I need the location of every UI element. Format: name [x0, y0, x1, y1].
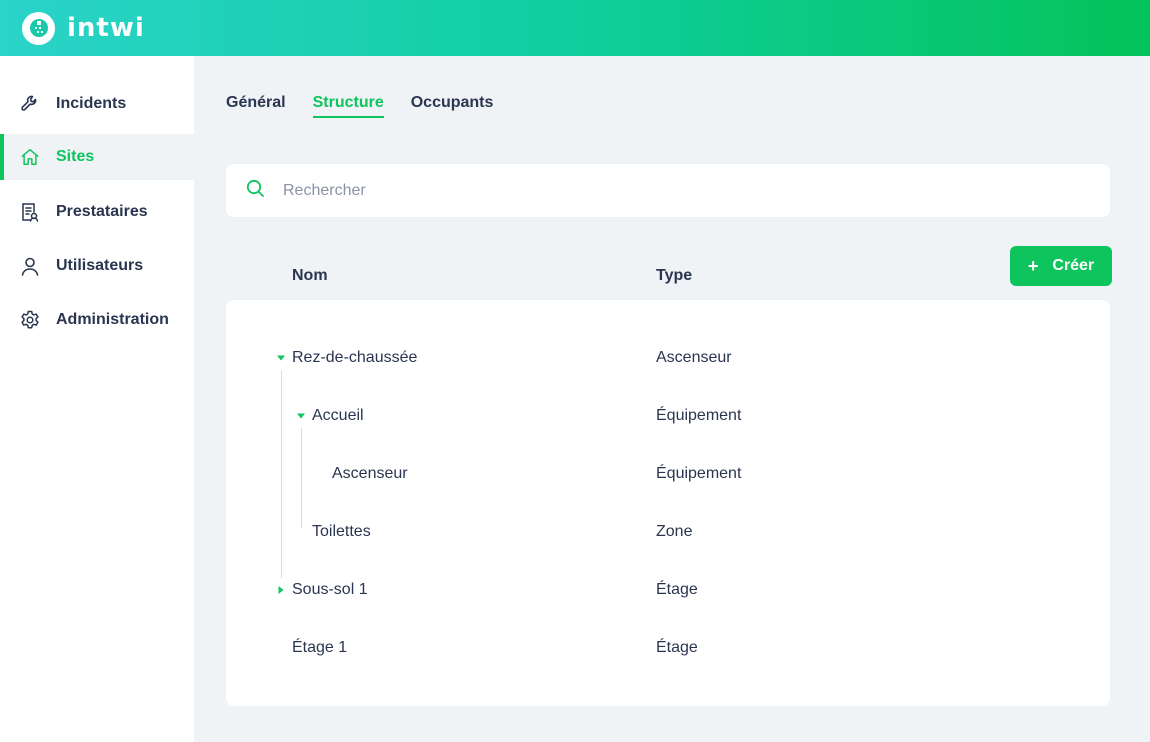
row-name: Sous-sol 1 [292, 581, 368, 598]
sidebar: Incidents Sites Prestataires Utilisateur… [0, 56, 194, 742]
sidebar-item-incidents[interactable]: Incidents [0, 81, 194, 127]
sidebar-item-label: Prestataires [56, 203, 148, 220]
sidebar-item-label: Utilisateurs [56, 257, 144, 274]
sidebar-item-sites[interactable]: Sites [0, 134, 194, 180]
row-type: Étage [656, 581, 698, 598]
table-row[interactable]: Étage 1 Étage [226, 636, 1110, 660]
tab-bar: Général Structure Occupants [226, 94, 493, 118]
search-icon [246, 179, 265, 203]
home-icon [20, 147, 40, 167]
tab-occupants[interactable]: Occupants [411, 94, 494, 118]
row-name: Étage 1 [292, 639, 348, 656]
column-header-type: Type [656, 267, 693, 284]
sidebar-item-label: Incidents [56, 95, 127, 112]
row-type: Zone [656, 523, 693, 540]
structure-tree: Rez-de-chaussée Ascenseur Accueil Équipe… [226, 300, 1110, 706]
search-bar [226, 164, 1110, 217]
brand-name: intwi [67, 13, 145, 43]
sidebar-item-label: Sites [56, 148, 95, 165]
column-header-nom: Nom [292, 267, 328, 284]
wrench-icon [20, 94, 40, 114]
logo[interactable]: intwi [22, 11, 145, 45]
row-type: Étage [656, 639, 698, 656]
plus-icon: + [1027, 255, 1039, 276]
sidebar-item-administration[interactable]: Administration [0, 297, 194, 343]
logo-mark-icon [22, 11, 55, 45]
search-input[interactable] [283, 181, 1063, 200]
tab-structure[interactable]: Structure [312, 94, 384, 118]
top-header: intwi [0, 0, 1150, 56]
table-row[interactable]: Ascenseur Équipement [226, 462, 1110, 486]
table-row[interactable]: Toilettes Zone [226, 520, 1110, 544]
row-name: Accueil [312, 407, 364, 424]
provider-icon [20, 202, 40, 222]
row-type: Ascenseur [656, 349, 732, 366]
tab-general[interactable]: Général [226, 94, 286, 118]
caret-down-icon[interactable] [296, 411, 306, 421]
table-row[interactable]: Sous-sol 1 Étage [226, 578, 1110, 602]
sidebar-item-prestataires[interactable]: Prestataires [0, 189, 194, 235]
row-name: Toilettes [312, 523, 371, 540]
sidebar-item-utilisateurs[interactable]: Utilisateurs [0, 243, 194, 289]
caret-down-icon[interactable] [276, 353, 286, 363]
row-type: Équipement [656, 465, 742, 482]
gear-icon [20, 310, 40, 330]
user-icon [20, 256, 40, 276]
create-button[interactable]: + Créer [1010, 246, 1112, 286]
row-name: Rez-de-chaussée [292, 349, 418, 366]
create-button-label: Créer [1052, 257, 1095, 274]
caret-right-icon[interactable] [276, 585, 286, 595]
sidebar-item-label: Administration [56, 311, 169, 328]
row-name: Ascenseur [332, 465, 408, 482]
row-type: Équipement [656, 407, 742, 424]
table-row[interactable]: Rez-de-chaussée Ascenseur [226, 346, 1110, 370]
table-row[interactable]: Accueil Équipement [226, 404, 1110, 428]
